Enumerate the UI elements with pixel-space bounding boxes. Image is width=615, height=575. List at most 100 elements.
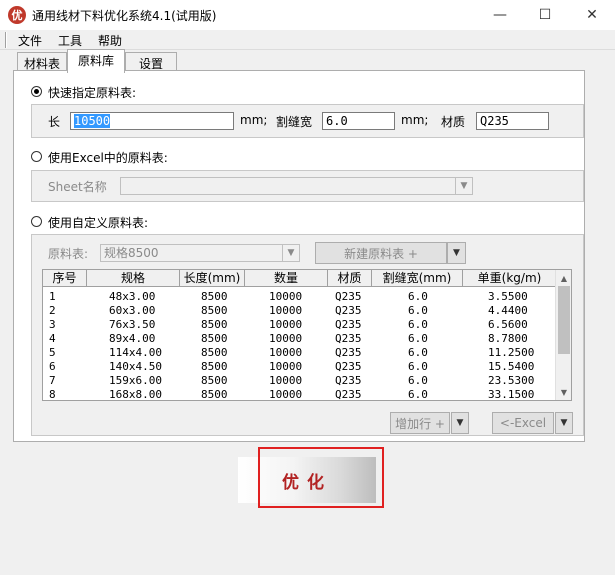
sheet-combo[interactable]: ▼ <box>120 177 473 195</box>
custom-radio[interactable] <box>31 216 42 227</box>
cell-qty: 10000 <box>269 332 303 345</box>
length-unit: mm; <box>240 113 268 127</box>
cell-length: 8500 <box>201 388 228 401</box>
table-row[interactable]: 3 76x3.50 8500 10000 Q235 6.0 6.5600 <box>43 318 557 332</box>
add-row-dropdown[interactable]: ▼ <box>451 412 469 434</box>
from-excel-dropdown[interactable]: ▼ <box>555 412 573 434</box>
cell-spec: 168x8.00 <box>109 388 162 401</box>
table-row[interactable]: 4 89x4.00 8500 10000 Q235 6.0 8.7800 <box>43 332 557 346</box>
cell-material: Q235 <box>335 290 362 303</box>
cell-material: Q235 <box>335 318 362 331</box>
cell-length: 8500 <box>201 360 228 373</box>
col-qty: 数量 <box>245 270 328 287</box>
new-table-dropdown[interactable]: ▼ <box>447 242 466 264</box>
cell-kerf: 6.0 <box>408 388 428 401</box>
cell-weight: 4.4400 <box>488 304 528 317</box>
add-row-button[interactable]: 增加行 + <box>390 412 450 434</box>
table-combo[interactable]: 规格8500 ▼ <box>100 244 300 262</box>
tab-raw-library[interactable]: 原料库 <box>67 49 125 73</box>
cell-index: 4 <box>49 332 56 345</box>
cell-kerf: 6.0 <box>408 346 428 359</box>
material-label: 材质 <box>441 115 466 129</box>
cell-material: Q235 <box>335 346 362 359</box>
table-row[interactable]: 1 48x3.00 8500 10000 Q235 6.0 3.5500 <box>43 290 557 304</box>
table-row[interactable]: 2 60x3.00 8500 10000 Q235 6.0 4.4400 <box>43 304 557 318</box>
cell-index: 3 <box>49 318 56 331</box>
cell-index: 6 <box>49 360 56 373</box>
cell-qty: 10000 <box>269 318 303 331</box>
table-row[interactable]: 8 168x8.00 8500 10000 Q235 6.0 33.1500 <box>43 388 557 401</box>
tab-materials[interactable]: 材料表 <box>17 52 67 72</box>
cell-qty: 10000 <box>269 290 303 303</box>
chevron-down-icon: ▼ <box>453 248 460 258</box>
cell-material: Q235 <box>335 388 362 401</box>
length-label: 长 <box>48 115 61 129</box>
excel-radio[interactable] <box>31 151 42 162</box>
custom-label: 使用自定义原料表: <box>48 216 149 230</box>
cell-kerf: 6.0 <box>408 360 428 373</box>
chevron-up-icon[interactable]: ▲ <box>556 271 571 285</box>
chevron-down-icon: ▼ <box>560 418 568 428</box>
col-length: 长度(mm) <box>180 270 245 287</box>
table-combo-value: 规格8500 <box>104 246 159 260</box>
cell-qty: 10000 <box>269 360 303 373</box>
cell-qty: 10000 <box>269 346 303 359</box>
cell-qty: 10000 <box>269 304 303 317</box>
kerf-unit: mm; <box>401 113 429 127</box>
sheet-label: Sheet名称 <box>48 180 107 194</box>
chevron-down-icon[interactable]: ▼ <box>556 385 571 399</box>
cell-index: 8 <box>49 388 56 401</box>
cell-weight: 23.5300 <box>488 374 535 387</box>
window-title: 通用线材下料优化系统4.1(试用版) <box>32 9 217 23</box>
cell-spec: 60x3.00 <box>109 304 156 317</box>
quick-label: 快速指定原料表: <box>48 86 137 100</box>
cell-weight: 3.5500 <box>488 290 528 303</box>
kerf-input[interactable]: 6.0 <box>322 112 395 130</box>
cell-qty: 10000 <box>269 388 303 401</box>
scroll-thumb[interactable] <box>558 286 570 354</box>
menu-bar <box>0 30 615 50</box>
cell-spec: 159x6.00 <box>109 374 162 387</box>
table-scrollbar[interactable]: ▲ ▼ <box>555 270 571 400</box>
col-spec: 规格 <box>87 270 180 287</box>
cell-index: 5 <box>49 346 56 359</box>
quick-radio[interactable] <box>31 86 42 97</box>
col-material: 材质 <box>328 270 372 287</box>
menu-grip <box>5 32 7 48</box>
tab-settings[interactable]: 设置 <box>125 52 177 72</box>
cell-index: 1 <box>49 290 56 303</box>
length-input[interactable]: 10500 <box>70 112 234 130</box>
cell-index: 7 <box>49 374 56 387</box>
col-weight: 单重(kg/m) <box>463 270 557 287</box>
from-excel-button[interactable]: <-Excel <box>492 412 554 434</box>
chevron-down-icon: ▼ <box>282 245 299 261</box>
cell-length: 8500 <box>201 374 228 387</box>
minimize-button[interactable]: — <box>477 0 523 30</box>
menu-tools[interactable]: 工具 <box>58 32 82 49</box>
maximize-button[interactable]: ☐ <box>522 0 568 30</box>
table-row[interactable]: 5 114x4.00 8500 10000 Q235 6.0 11.2500 <box>43 346 557 360</box>
col-kerf: 割缝宽(mm) <box>372 270 463 287</box>
table-row[interactable]: 7 159x6.00 8500 10000 Q235 6.0 23.5300 <box>43 374 557 388</box>
menu-file[interactable]: 文件 <box>18 32 42 49</box>
cell-material: Q235 <box>335 360 362 373</box>
cell-weight: 6.5600 <box>488 318 528 331</box>
cell-material: Q235 <box>335 304 362 317</box>
new-table-button[interactable]: 新建原料表 + <box>315 242 447 264</box>
material-input[interactable]: Q235 <box>476 112 549 130</box>
cell-length: 8500 <box>201 332 228 345</box>
cell-spec: 76x3.50 <box>109 318 156 331</box>
cell-spec: 89x4.00 <box>109 332 156 345</box>
cell-kerf: 6.0 <box>408 304 428 317</box>
app-icon: 优 <box>8 6 26 24</box>
menu-help[interactable]: 帮助 <box>98 32 122 49</box>
col-index: 序号 <box>43 270 87 287</box>
cell-weight: 8.7800 <box>488 332 528 345</box>
table-row[interactable]: 6 140x4.50 8500 10000 Q235 6.0 15.5400 <box>43 360 557 374</box>
close-button[interactable]: ✕ <box>569 0 615 30</box>
chevron-down-icon: ▼ <box>455 178 472 194</box>
chevron-down-icon: ▼ <box>456 418 464 428</box>
cell-material: Q235 <box>335 332 362 345</box>
cell-kerf: 6.0 <box>408 332 428 345</box>
table-header: 序号 规格 长度(mm) 数量 材质 割缝宽(mm) 单重(kg/m) <box>43 270 557 287</box>
